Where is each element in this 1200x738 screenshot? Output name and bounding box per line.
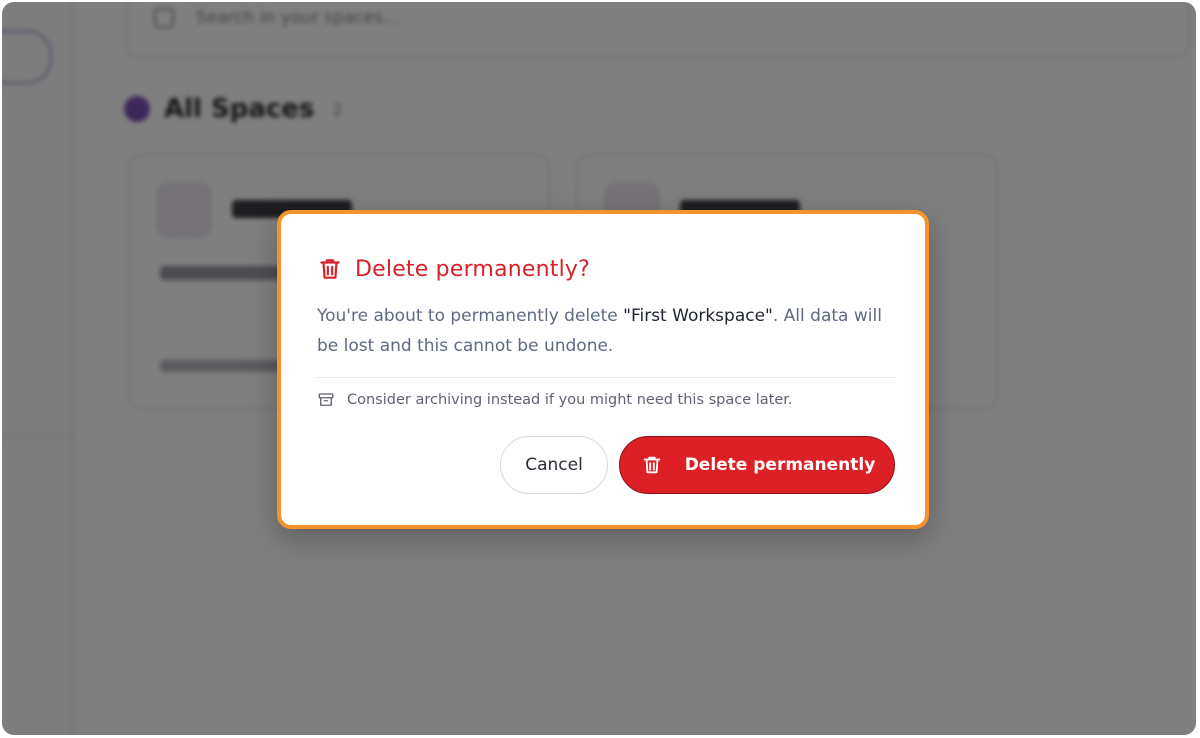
dialog-message: You're about to permanently delete "Firs… xyxy=(317,301,907,361)
archive-icon xyxy=(318,393,334,406)
archive-hint: Consider archiving instead if you might … xyxy=(317,391,793,409)
dialog-divider xyxy=(317,377,895,378)
cancel-button[interactable]: Cancel xyxy=(500,436,608,494)
dialog-title: Delete permanently? xyxy=(355,256,591,282)
delete-permanently-button[interactable]: Delete permanently xyxy=(619,436,895,494)
trash-icon xyxy=(643,456,660,474)
trash-icon xyxy=(320,259,340,279)
app-window: Search in your spaces... All Spaces 2 xyxy=(2,2,1196,735)
archive-hint-text: Consider archiving instead if you might … xyxy=(347,392,793,408)
dialog-header: Delete permanently? xyxy=(317,256,590,282)
delete-button-label: Delete permanently xyxy=(684,455,876,475)
message-prefix: You're about to permanently delete xyxy=(317,306,624,326)
workspace-name: "First Workspace" xyxy=(623,306,773,326)
cancel-button-label: Cancel xyxy=(525,455,583,475)
delete-confirmation-dialog: Delete permanently? You're about to perm… xyxy=(277,210,929,529)
